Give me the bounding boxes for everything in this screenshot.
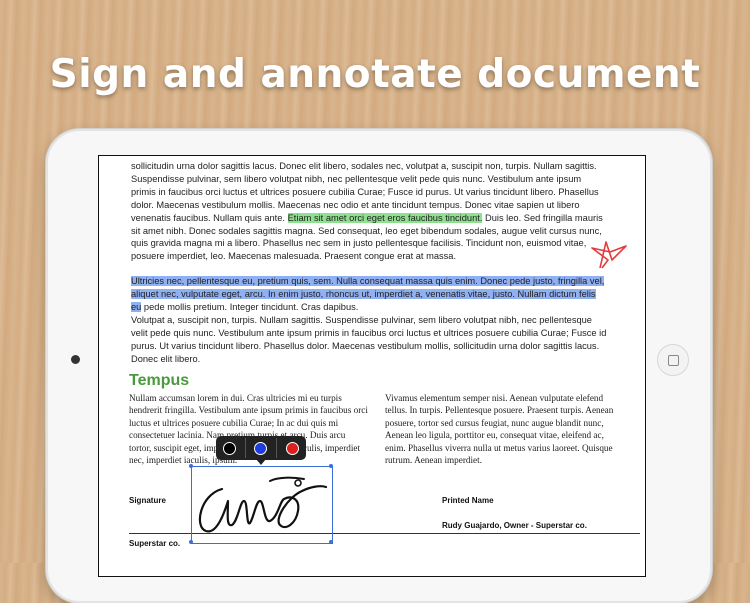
document-body[interactable]: sollicitudin urna dolor sagittis lacus. … (131, 160, 607, 366)
headline: Sign and annotate document (49, 52, 701, 97)
toolbar-pointer (256, 459, 266, 465)
resize-handle-bottom-left[interactable] (189, 540, 193, 544)
company-label: Superstar co. (129, 539, 181, 548)
signature-label: Signature (129, 496, 166, 505)
home-icon (667, 354, 679, 366)
signature-drawing (198, 476, 328, 533)
toolbar-divider (276, 438, 278, 458)
resize-handle-top-right[interactable] (329, 464, 333, 468)
toolbar-divider (244, 438, 246, 458)
printed-name-label: Printed Name (442, 496, 494, 505)
column-right[interactable]: Vivamus elementum semper nisi. Aenean vu… (385, 392, 625, 466)
color-blue-button[interactable] (254, 441, 268, 455)
color-black-button[interactable] (223, 441, 237, 455)
printed-name-value: Rudy Guajardo, Owner - Superstar co. (442, 521, 587, 530)
paragraph-3[interactable]: Volutpat a, suscipit non, turpis. Nullam… (131, 314, 607, 366)
signature-selection-box[interactable] (189, 464, 333, 544)
resize-handle-top-left[interactable] (189, 464, 193, 468)
green-highlight[interactable]: Etiam sit amet orci eget eros faucibus t… (287, 212, 483, 223)
star-annotation-icon[interactable] (588, 238, 628, 272)
section-heading: Tempus (129, 372, 190, 389)
camera (71, 355, 80, 364)
color-toolbar (216, 436, 306, 460)
color-red-button[interactable] (285, 441, 299, 455)
home-button[interactable] (657, 344, 689, 376)
paragraph-1[interactable]: sollicitudin urna dolor sagittis lacus. … (131, 160, 607, 263)
resize-handle-bottom-right[interactable] (329, 540, 333, 544)
paragraph-2[interactable]: Ultricies nec, pellentesque eu, pretium … (131, 275, 607, 314)
